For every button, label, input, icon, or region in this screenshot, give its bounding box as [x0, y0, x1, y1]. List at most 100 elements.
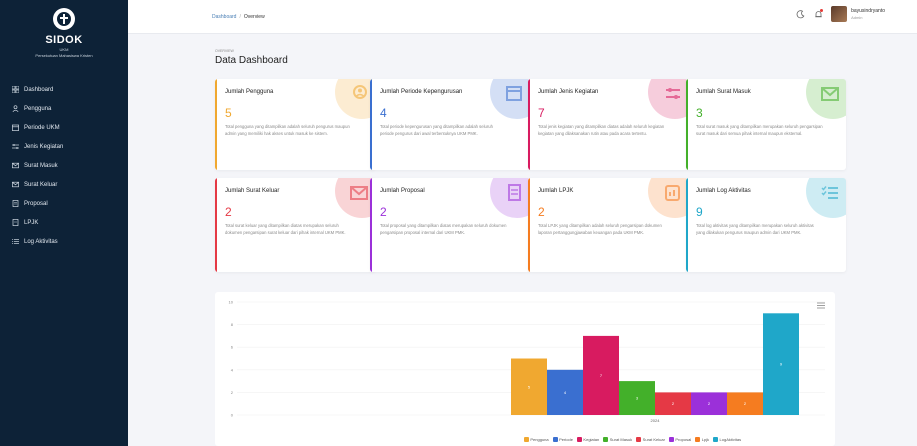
y-tick-label: 8	[231, 322, 234, 327]
chart-card: 0 2 4 6 8 10 5 4 7 3 2 2 2 9 2024 Pengguna Periode Kegia…	[215, 292, 835, 446]
calendar-icon	[12, 124, 19, 131]
legend-item[interactable]: Proposal	[668, 437, 692, 442]
bar-chart: 024681054732 2 292024	[229, 300, 825, 423]
card-accent	[215, 79, 217, 170]
card-description: Total jenis kegiatan yang ditampilkan di…	[538, 124, 665, 136]
legend-item[interactable]: Kegiatan	[576, 437, 600, 442]
notification-dot	[820, 9, 824, 12]
sidebar-item-surat-masuk[interactable]: Surat Masuk	[0, 156, 128, 175]
card-description: Total periode kepengurusan yang ditampil…	[380, 124, 493, 136]
legend-swatch	[636, 437, 642, 442]
card-accent	[686, 79, 688, 170]
sidebar-item-label: Surat Masuk	[24, 162, 58, 169]
card-pengguna: Jumlah Pengguna 5 Total pengguna yang di…	[215, 79, 375, 170]
document-icon	[508, 184, 521, 201]
avatar	[831, 6, 848, 22]
card-accent	[686, 178, 688, 272]
sidebar-item-proposal[interactable]: Proposal	[0, 194, 128, 213]
card-title: Jumlah LPJK	[538, 188, 574, 194]
users-icon	[12, 105, 19, 112]
sidebar-item-periode-ukm[interactable]: Periode UKM	[0, 118, 128, 137]
card-description: Total log aktivitas yang ditampilkan mer…	[696, 223, 814, 235]
legend-swatch	[668, 437, 674, 442]
user-menu[interactable]: bayusindryanto Admin	[831, 6, 885, 22]
sidebar-item-dashboard[interactable]: Dashboard	[0, 80, 128, 99]
card-description: Total surat masuk yang ditampilkan merup…	[696, 124, 823, 136]
sidebar-item-surat-keluar[interactable]: Surat Keluar	[0, 175, 128, 194]
breadcrumb-current: Overview	[243, 14, 265, 20]
breadcrumb-dashboard[interactable]: Dashboard	[212, 14, 236, 20]
card-title: Jumlah Jenis Kegiatan	[538, 89, 599, 95]
card-description: Total surat keluar yang ditampilkan diat…	[225, 223, 346, 235]
card-value: 5	[225, 106, 232, 120]
card-periode: Jumlah Periode Kepengurusan 4 Total peri…	[370, 79, 530, 170]
sliders-icon	[12, 143, 19, 150]
legend-item[interactable]: Surat Masuk	[603, 437, 632, 442]
list-icon	[12, 238, 19, 245]
app-org: Persekutuan Mahasiswa Kristen	[35, 53, 93, 58]
legend-label: LogAktivitas	[719, 437, 742, 442]
sidebar-item-lpjk[interactable]: LPJK	[0, 213, 128, 232]
sidebar-item-label: Jenis Kegiatan	[24, 143, 64, 150]
app-title: SIDOK	[45, 34, 83, 46]
legend-swatch	[576, 437, 582, 442]
legend-label: Kegiatan	[583, 437, 600, 442]
legend-item[interactable]: Lpjk	[695, 437, 709, 442]
legend-swatch	[713, 437, 719, 442]
sidebar: SIDOK UKM Persekutuan Mahasiswa Kristen …	[0, 0, 128, 446]
grid-icon	[12, 86, 19, 93]
sidebar-menu: Dashboard Pengguna Periode UKM Jenis Keg…	[0, 80, 128, 251]
legend-item[interactable]: Periode	[552, 437, 573, 442]
sidebar-item-label: Dashboard	[24, 86, 54, 93]
theme-toggle-icon[interactable]	[795, 9, 805, 19]
sidebar-item-log-aktivitas[interactable]: Log Aktivitas	[0, 232, 128, 251]
report-icon	[665, 185, 680, 201]
card-title: Jumlah Pengguna	[225, 89, 274, 95]
card-proposal: Jumlah Proposal 2 Total proposal yang di…	[370, 178, 530, 272]
legend-swatch	[603, 437, 609, 442]
legend-label: Periode	[559, 437, 573, 442]
user-name: bayusindryanto	[851, 8, 885, 14]
checklist-icon	[821, 186, 838, 199]
y-tick-label: 6	[231, 345, 234, 350]
page-overline: OVERVIEW	[215, 49, 234, 53]
card-description: Total proposal yang ditampilkan diatas m…	[380, 223, 507, 235]
legend-item[interactable]: Pengguna	[523, 437, 549, 442]
card-log-aktivitas: Jumlah Log Aktivitas 9 Total log aktivit…	[686, 178, 846, 272]
card-description: Total pengguna yang ditampilkan adalah s…	[225, 124, 350, 136]
card-value: 2	[538, 205, 545, 219]
report-icon	[12, 219, 19, 226]
sidebar-item-pengguna[interactable]: Pengguna	[0, 99, 128, 118]
bell-icon[interactable]	[813, 9, 824, 19]
legend-swatch	[523, 437, 529, 442]
brand: SIDOK UKM Persekutuan Mahasiswa Kristen	[0, 0, 128, 58]
sidebar-item-label: Pengguna	[24, 105, 52, 112]
card-title: Jumlah Surat Masuk	[696, 89, 751, 95]
mail-out-icon	[12, 181, 19, 188]
sidebar-item-label: LPJK	[24, 219, 39, 226]
y-tick-label: 4	[231, 367, 234, 372]
y-tick-label: 0	[231, 413, 234, 418]
card-jenis-kegiatan: Jumlah Jenis Kegiatan 7 Total jenis kegi…	[528, 79, 688, 170]
x-category-label: 2024	[651, 418, 661, 423]
card-accent	[528, 79, 530, 170]
card-accent	[370, 178, 372, 272]
card-title: Jumlah Surat Keluar	[225, 188, 280, 194]
mail-in-icon	[12, 162, 19, 169]
card-value: 3	[696, 106, 703, 120]
legend-label: Proposal	[675, 437, 692, 442]
page-title: Data Dashboard	[215, 55, 288, 66]
sliders-icon	[666, 88, 680, 99]
sidebar-item-label: Surat Keluar	[24, 181, 58, 188]
card-surat-masuk: Jumlah Surat Masuk 3 Total surat masuk y…	[686, 79, 846, 170]
document-icon	[12, 200, 19, 207]
legend-item[interactable]: Surat Keluar	[636, 437, 665, 442]
legend-item[interactable]: LogAktivitas	[713, 437, 741, 442]
sidebar-item-label: Periode UKM	[24, 124, 60, 131]
card-value: 4	[380, 106, 387, 120]
legend-label: Pengguna	[530, 437, 549, 442]
sidebar-item-jenis-kegiatan[interactable]: Jenis Kegiatan	[0, 137, 128, 156]
logo-icon	[53, 8, 75, 30]
user-icon	[353, 85, 367, 99]
card-title: Jumlah Log Aktivitas	[696, 188, 751, 194]
